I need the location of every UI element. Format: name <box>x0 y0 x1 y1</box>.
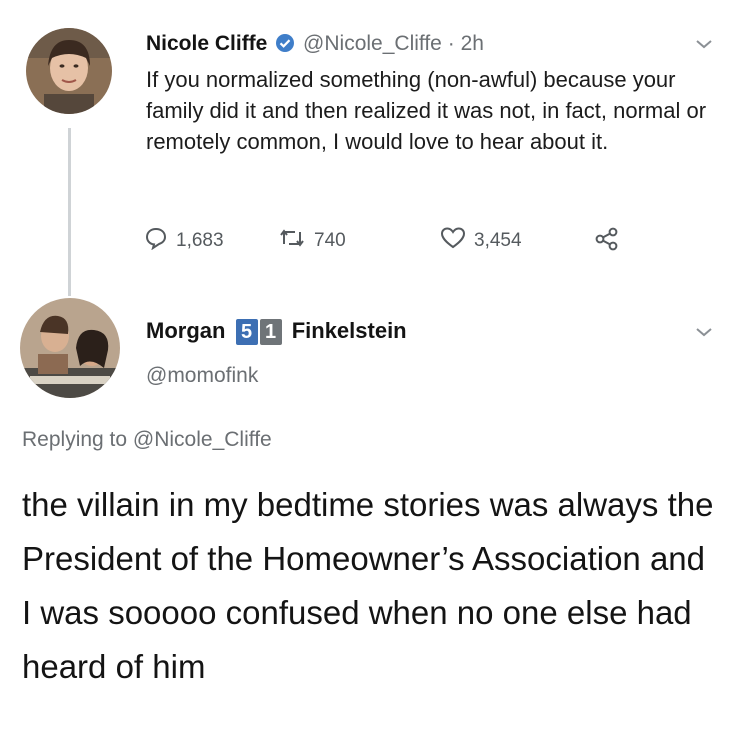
author-name[interactable]: Nicole Cliffe <box>146 32 267 55</box>
replying-to-label: Replying to <box>22 428 128 451</box>
emoji-badge-5: 5 <box>235 319 258 346</box>
retweet-icon <box>278 226 306 256</box>
reply-count: 1,683 <box>176 230 224 251</box>
share-button[interactable] <box>594 226 620 258</box>
reply-text: the villain in my bedtime stories was al… <box>22 486 714 685</box>
retweet-count: 740 <box>314 230 346 251</box>
reply-icon <box>144 226 168 256</box>
reply-chevron-down-icon[interactable] <box>692 320 716 349</box>
retweet-button[interactable]: 740 <box>278 226 346 256</box>
tweet-text: If you normalized something (non-awful) … <box>146 67 707 154</box>
chevron-down-icon[interactable] <box>692 32 716 61</box>
avatar-morgan[interactable] <box>20 298 120 398</box>
avatar-nicole[interactable] <box>26 28 112 114</box>
verified-icon <box>275 33 295 59</box>
replying-to-handle[interactable]: @Nicole_Cliffe <box>133 428 272 451</box>
like-count: 3,454 <box>474 230 522 251</box>
author-handle[interactable]: @Nicole_Cliffe <box>303 32 442 55</box>
header-separator: · <box>447 32 455 55</box>
like-button[interactable]: 3,454 <box>440 226 522 256</box>
thread-line <box>68 128 71 296</box>
avatar-morgan-image <box>20 298 120 398</box>
share-icon <box>594 226 620 258</box>
reply-name-first[interactable]: Morgan <box>146 318 225 343</box>
tweet-time[interactable]: 2h <box>461 32 484 55</box>
replying-to: Replying to @Nicole_Cliffe <box>22 428 272 452</box>
reply-handle[interactable]: @momofink <box>146 364 258 388</box>
like-icon <box>440 226 466 256</box>
reply-header: Morgan 51 Finkelstein <box>146 318 407 346</box>
reply-button[interactable]: 1,683 <box>144 226 224 256</box>
tweet-header: Nicole Cliffe @Nicole_Cliffe · 2h <box>146 32 484 59</box>
avatar-nicole-image <box>26 28 112 114</box>
reply-name-last[interactable]: Finkelstein <box>292 318 407 343</box>
emoji-badge-1: 1 <box>259 319 282 346</box>
